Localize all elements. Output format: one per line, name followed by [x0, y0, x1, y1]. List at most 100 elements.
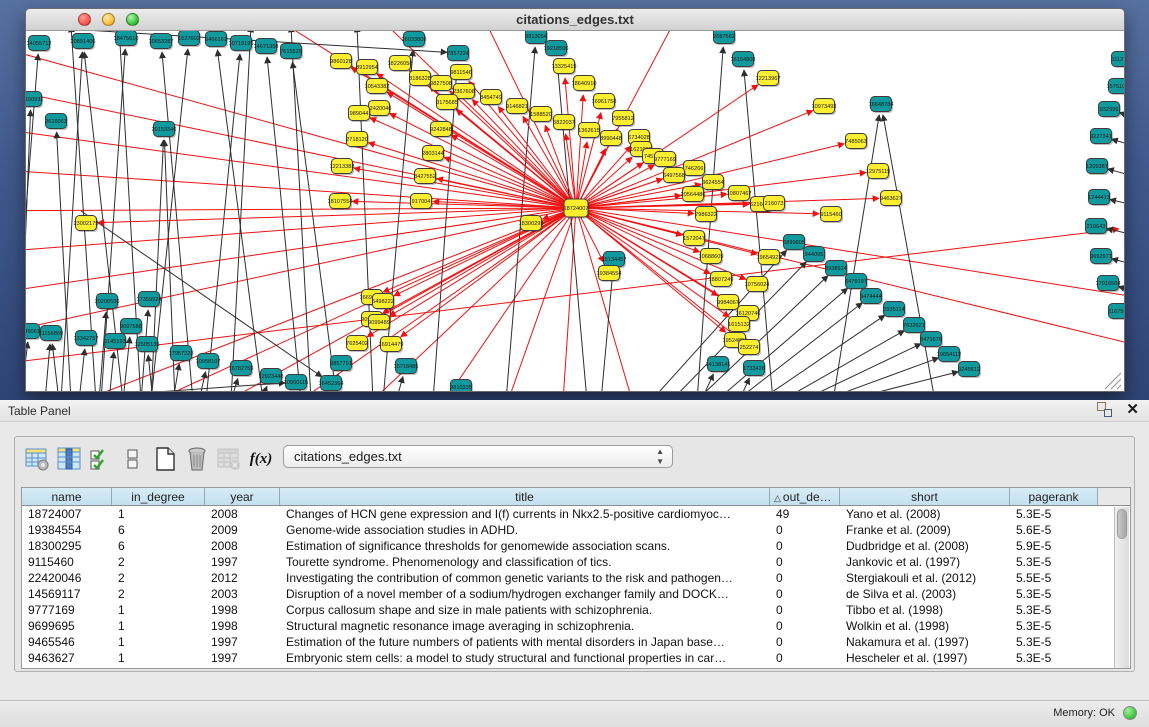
- table-cell[interactable]: de Silva et al. (2003): [840, 586, 1010, 602]
- network-node[interactable]: 8938924: [825, 261, 848, 278]
- network-node[interactable]: 2803144: [422, 146, 445, 163]
- network-node[interactable]: 16154808: [731, 52, 756, 69]
- table-cell[interactable]: 0: [770, 538, 840, 554]
- network-node[interactable]: 9146821: [506, 99, 529, 116]
- network-node[interactable]: 9692971: [1090, 249, 1113, 266]
- network-window-titlebar[interactable]: citations_edges.txt: [26, 9, 1124, 31]
- network-node[interactable]: 19654923: [757, 250, 782, 267]
- table-cell[interactable]: 5.9E-5: [1010, 538, 1098, 554]
- network-node[interactable]: 15718485: [394, 359, 419, 376]
- network-node[interactable]: 14671358: [254, 39, 279, 56]
- table-row[interactable]: 1872400712008Changes of HCN gene express…: [22, 506, 1130, 522]
- table-cell[interactable]: Yano et al. (2008): [840, 506, 1010, 522]
- network-node[interactable]: 12213383: [330, 159, 355, 176]
- column-header-short[interactable]: short: [840, 488, 1010, 505]
- network-node[interactable]: 6497568: [663, 168, 686, 185]
- close-panel-icon[interactable]: ✕: [1126, 402, 1139, 417]
- column-header-year[interactable]: year: [205, 488, 280, 505]
- network-node[interactable]: 18300295: [519, 216, 544, 233]
- minimize-traffic-light-icon[interactable]: [102, 13, 115, 26]
- table-cell[interactable]: 5.3E-5: [1010, 634, 1098, 650]
- table-cell[interactable]: 5.3E-5: [1010, 586, 1098, 602]
- network-node[interactable]: 10688609: [699, 249, 724, 266]
- row-height-icon[interactable]: [119, 445, 147, 473]
- network-node[interactable]: 1167551: [1108, 304, 1124, 321]
- table-cell[interactable]: 18724007: [22, 506, 112, 522]
- network-node[interactable]: 17957223: [169, 346, 194, 363]
- table-cell[interactable]: Wolkin et al. (1998): [840, 618, 1010, 634]
- table-cell[interactable]: Estimation of significance thresholds fo…: [280, 538, 770, 554]
- network-node[interactable]: 18640910: [572, 76, 597, 93]
- table-row[interactable]: 1456911722003Disruption of a novel membe…: [22, 586, 1130, 602]
- network-node[interactable]: 7986322: [695, 207, 718, 224]
- table-cell[interactable]: Estimation of the future numbers of pati…: [280, 634, 770, 650]
- network-node[interactable]: 16033809: [402, 32, 427, 49]
- network-node[interactable]: 20153346: [152, 122, 177, 139]
- network-node[interactable]: 1145193: [104, 334, 127, 351]
- table-row[interactable]: 2242004622012Investigating the contribut…: [22, 570, 1130, 586]
- function-builder-icon[interactable]: f(x): [247, 445, 275, 473]
- network-node[interactable]: 19218596: [544, 41, 569, 58]
- network-node[interactable]: 9115460: [820, 207, 843, 224]
- table-cell[interactable]: Genome-wide association studies in ADHD.: [280, 522, 770, 538]
- table-cell[interactable]: Changes of HCN gene expression and I(f) …: [280, 506, 770, 522]
- network-node[interactable]: 10973493: [812, 99, 837, 116]
- network-node[interactable]: 12213967: [756, 71, 781, 88]
- column-header-name[interactable]: name: [22, 488, 112, 505]
- table-cell[interactable]: 5.3E-5: [1010, 602, 1098, 618]
- network-node[interactable]: 917004: [411, 194, 434, 211]
- network-node[interactable]: 10719195: [229, 36, 254, 53]
- network-node[interactable]: 6899605: [783, 235, 806, 252]
- table-cell[interactable]: 0: [770, 554, 840, 570]
- table-cell[interactable]: Jankovic et al. (1997): [840, 554, 1010, 570]
- table-cell[interactable]: 9463627: [22, 650, 112, 666]
- network-node[interactable]: 16961758: [592, 94, 617, 111]
- table-cell[interactable]: 2008: [205, 506, 280, 522]
- close-traffic-light-icon[interactable]: [78, 13, 91, 26]
- network-node[interactable]: 210643: [1086, 219, 1109, 236]
- network-node[interactable]: 23160931: [26, 92, 43, 109]
- table-row[interactable]: 1830029562008Estimation of significance …: [22, 538, 1130, 554]
- network-node[interactable]: 18724007: [564, 199, 590, 219]
- column-header-title[interactable]: title: [280, 488, 770, 505]
- table-cell[interactable]: Dudbridge et al. (2008): [840, 538, 1010, 554]
- table-cell[interactable]: 2009: [205, 522, 280, 538]
- network-node[interactable]: 10543382: [365, 79, 390, 96]
- network-node[interactable]: 9227341: [1090, 129, 1113, 146]
- table-cell[interactable]: 1: [112, 634, 205, 650]
- table-cell[interactable]: 5.3E-5: [1010, 618, 1098, 634]
- network-node[interactable]: 6479197: [845, 274, 868, 291]
- network-node[interactable]: 3175685: [436, 95, 459, 112]
- table-cell[interactable]: 5.3E-5: [1010, 650, 1098, 666]
- network-node[interactable]: 9984067: [717, 295, 740, 312]
- column-header-indegree[interactable]: in_degree: [112, 488, 205, 505]
- network-node[interactable]: 20206536: [95, 294, 120, 311]
- network-node[interactable]: 7955812: [612, 111, 635, 128]
- table-cell[interactable]: 6: [112, 538, 205, 554]
- network-node[interactable]: 9245612: [958, 362, 981, 379]
- table-row[interactable]: 969969511998Structural magnetic resonanc…: [22, 618, 1130, 634]
- table-row[interactable]: 911546021997Tourette syndrome. Phenomeno…: [22, 554, 1130, 570]
- network-node[interactable]: 9827508: [430, 76, 453, 93]
- table-cell[interactable]: 0: [770, 570, 840, 586]
- table-cell[interactable]: 5.3E-5: [1010, 506, 1098, 522]
- network-canvas[interactable]: 1872400714055712208914061847561010653287…: [26, 31, 1124, 391]
- network-node[interactable]: 12342757: [74, 331, 99, 348]
- table-cell[interactable]: Franke et al. (2009): [840, 522, 1010, 538]
- table-cell[interactable]: 18300295: [22, 538, 112, 554]
- network-node[interactable]: 8912954: [356, 60, 379, 77]
- network-node[interactable]: 1244413: [1088, 190, 1111, 207]
- network-node[interactable]: 9777169: [654, 152, 677, 169]
- table-cell[interactable]: 1998: [205, 602, 280, 618]
- column-header-outde[interactable]: △out_de…: [770, 488, 840, 505]
- network-node[interactable]: 7485063: [845, 134, 868, 151]
- table-cell[interactable]: 5.6E-5: [1010, 522, 1098, 538]
- network-node[interactable]: 10807467: [727, 186, 752, 203]
- table-cell[interactable]: 1997: [205, 650, 280, 666]
- table-row[interactable]: 977716911998Corpus callosum shape and si…: [22, 602, 1130, 618]
- network-node[interactable]: 6466161: [205, 32, 228, 49]
- table-cell[interactable]: 1998: [205, 618, 280, 634]
- network-node[interactable]: 5822037: [553, 115, 576, 132]
- network-node[interactable]: 9097588: [120, 319, 143, 336]
- network-node[interactable]: 10960115: [284, 375, 308, 392]
